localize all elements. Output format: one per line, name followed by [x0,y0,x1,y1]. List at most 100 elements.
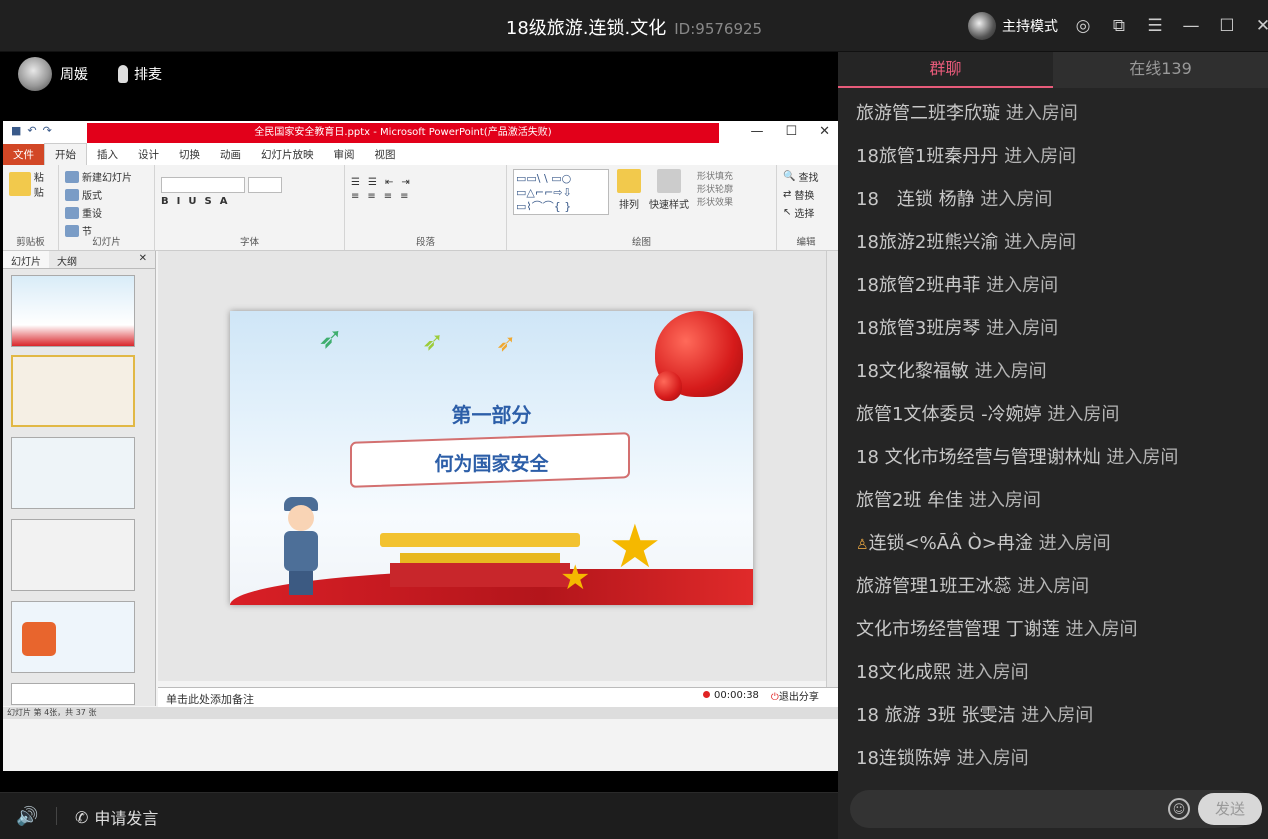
ppt-ribbon-tabs: 文件 开始 插入 设计 切换 动画 幻灯片放映 审阅 视图 [3,143,838,165]
list-item: 18 文化市场经营与管理谢林灿 进入房间 [838,436,1268,479]
list-item: 18旅管3班房琴 进入房间 [838,307,1268,350]
paste-button[interactable]: 粘贴 [9,169,52,199]
outdent-icon[interactable]: ⇥ [401,177,409,188]
undo-icon[interactable]: ↶ [27,124,36,137]
new-slide-button[interactable]: 新建幻灯片 [65,169,148,184]
shared-screen-powerpoint: ■ ↶ ↷ 全民国家安全教育日.pptx - Microsoft PowerPo… [3,121,838,771]
align-left-icon[interactable]: ≡ [351,191,359,202]
apply-speak-button[interactable]: ✆ 申请发言 [75,805,158,829]
divider [56,807,57,825]
emoji-icon[interactable]: ☺ [1168,798,1190,820]
slide-heading: 第一部分 [451,403,532,427]
message-action: 进入房间 [1005,103,1078,124]
reset-button[interactable]: 重设 [65,205,148,220]
find-button[interactable]: 🔍 查找 [783,169,829,184]
underline-icon[interactable]: U [188,196,196,207]
avatar[interactable] [18,57,52,91]
menu-icon[interactable]: ☰ [1142,13,1168,39]
chat-input[interactable]: ☺ 发送 [850,790,1262,828]
indent-icon[interactable]: ⇤ [385,177,393,188]
paste-label: 粘贴 [33,173,44,199]
chat-message-list[interactable]: 旅游管二班李欣璇 进入房间 18旅管1班秦丹丹 进入房间 18 连锁 杨静 进入… [838,92,1268,772]
italic-icon[interactable]: I [177,196,181,207]
message-action: 进入房间 [1004,146,1077,167]
editing-label: 编辑 [796,237,816,248]
mic-queue-label: 排麦 [134,67,162,83]
message-action: 进入房间 [1106,447,1179,468]
slide-thumbnail[interactable] [11,601,135,673]
numbering-icon[interactable]: ☰ [368,177,377,188]
font-color-icon[interactable]: A [220,196,228,207]
tab-design[interactable]: 设计 [128,144,169,165]
strike-icon[interactable]: S [204,196,211,207]
settings-icon[interactable]: ◎ [1070,13,1096,39]
bold-icon[interactable]: B [161,196,169,207]
tab-group-chat[interactable]: 群聊 [838,52,1053,88]
close-icon[interactable]: ✕ [1250,13,1268,39]
replace-icon: ⇄ [783,189,792,200]
mic-queue-button[interactable]: 排麦 [118,64,162,84]
select-button[interactable]: ↖ 选择 [783,205,829,220]
arrange-icon [617,169,641,193]
speaker-icon[interactable]: 🔊 [16,806,38,827]
list-item: 18旅游2班熊兴渝 进入房间 [838,221,1268,264]
message-user: 旅管1文体委员 -冷婉婷 [856,404,1042,425]
shape-fill-button[interactable]: 形状填充 [697,169,733,182]
bullets-icon[interactable]: ☰ [351,177,360,188]
shape-outline-button[interactable]: 形状轮廓 [697,182,733,195]
current-slide[interactable]: ➶ ➶ ➶ 第一部分 何为国家安全 ★ ★ [230,311,753,605]
host-mode[interactable]: 主持模式 [968,12,1058,40]
shape-effects-button[interactable]: 形状效果 [697,195,733,208]
maximize-icon[interactable]: ☐ [1214,13,1240,39]
list-item: 18连锁陈婷 进入房间 [838,737,1268,772]
slide-thumbnail[interactable] [11,437,135,509]
redo-icon[interactable]: ↷ [43,124,52,137]
quick-styles-button[interactable]: 快速样式 [649,169,689,212]
align-center-icon[interactable]: ≡ [367,191,375,202]
save-icon[interactable]: ■ [11,124,21,137]
slide-thumbnail-selected[interactable] [11,355,135,427]
microphone-icon [118,65,128,83]
tab-slideshow[interactable]: 幻灯片放映 [251,144,324,165]
close-panel-icon[interactable]: ✕ [131,251,155,268]
message-user: 18文化黎福敏 [856,361,969,382]
slide-thumbnail[interactable] [11,275,135,347]
tab-slides[interactable]: 幻灯片 [3,251,49,268]
tab-outline[interactable]: 大纲 [49,251,85,268]
ppt-close-icon[interactable]: ✕ [819,121,830,143]
justify-icon[interactable]: ≡ [400,191,408,202]
tab-online[interactable]: 在线139 [1053,52,1268,88]
record-dot-icon [703,691,710,698]
presenter-name: 周媛 [60,67,88,83]
slide-thumbnail[interactable] [11,519,135,591]
slide-subheading: 何为国家安全 [434,453,549,475]
tab-home[interactable]: 开始 [44,143,87,165]
tab-file[interactable]: 文件 [3,144,44,165]
tab-review[interactable]: 审阅 [324,144,365,165]
minimize-icon[interactable]: — [1178,13,1204,39]
tab-transitions[interactable]: 切换 [169,144,210,165]
tab-insert[interactable]: 插入 [87,144,128,165]
tab-view[interactable]: 视图 [365,144,406,165]
message-action: 进入房间 [956,748,1029,769]
video-stage: 周媛 排麦 ■ ↶ ↷ 全民国家安全教育日.pptx - Microsoft P… [0,52,838,792]
tab-animations[interactable]: 动画 [210,144,251,165]
popout-icon[interactable]: ⧉ [1106,13,1132,39]
drawing-tools: ▭▭\ \ ▭○ ▭△⌐⌐⇨⇩ ▭⌇⌒⌒{ } 排列 快速样式 形状填充 形状轮廓 … [513,169,770,215]
slide-scrollbar[interactable] [826,251,838,706]
arrange-button[interactable]: 排列 [617,169,641,212]
ppt-maximize-icon[interactable]: ☐ [785,121,797,143]
align-right-icon[interactable]: ≡ [384,191,392,202]
layout-button[interactable]: 版式 [65,187,148,202]
font-name-select[interactable] [161,177,338,193]
slide-thumbnail[interactable] [11,683,135,705]
font-size-box[interactable] [248,177,282,193]
ppt-minimize-icon[interactable]: — [750,121,763,143]
shapes-gallery[interactable]: ▭▭\ \ ▭○ ▭△⌐⌐⇨⇩ ▭⌇⌒⌒{ } [513,169,609,215]
room-id: ID:9576925 [674,20,763,38]
font-label: 字体 [239,237,259,248]
align-buttons: ≡ ≡ ≡ ≡ [351,191,500,202]
replace-button[interactable]: ⇄ 替换 [783,187,829,202]
exit-share-button[interactable]: ⏻退出分享 [771,688,819,703]
send-button[interactable]: 发送 [1198,793,1262,825]
